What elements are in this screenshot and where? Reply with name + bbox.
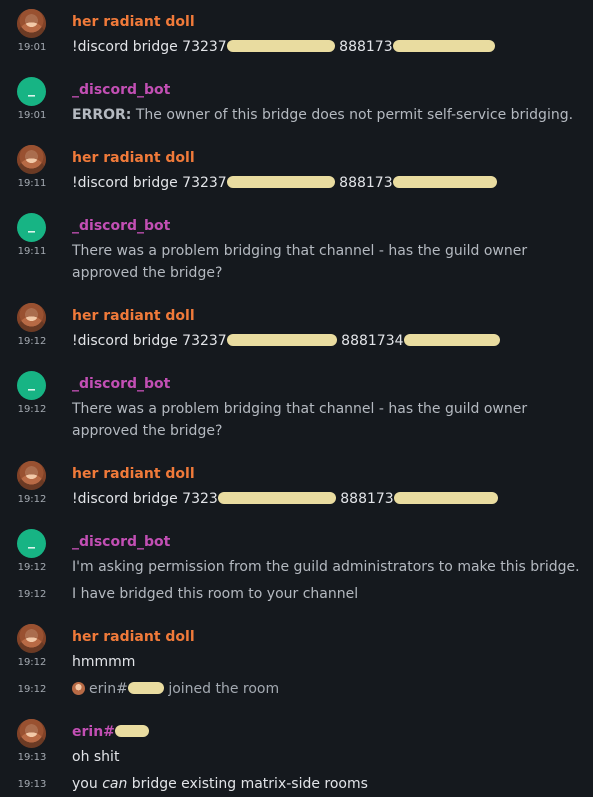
message-body: hmmmm — [72, 654, 136, 670]
redaction-mark — [393, 492, 498, 504]
sender-name[interactable]: her radiant doll — [72, 629, 195, 645]
message-body: ERROR: The owner of this bridge does not… — [72, 107, 573, 123]
redaction-mark — [127, 682, 164, 694]
sender-name[interactable]: her radiant doll — [72, 466, 195, 482]
user-avatar[interactable] — [17, 624, 46, 653]
redaction-mark — [403, 334, 500, 346]
emphasis-text: can — [102, 776, 128, 792]
message-body: !discord bridge 73237 8881734 — [72, 333, 500, 349]
user-avatar[interactable] — [17, 461, 46, 490]
sender-name[interactable]: her radiant doll — [72, 14, 195, 30]
user-avatar[interactable] — [17, 145, 46, 174]
timestamp: 19:11 — [17, 178, 47, 189]
message-text: bridge existing matrix-side rooms — [131, 776, 368, 792]
sender-name[interactable]: _discord_bot — [72, 218, 170, 234]
timestamp: 19:13 — [17, 779, 47, 790]
user-avatar[interactable] — [17, 9, 46, 38]
command-text: !discord bridge 73237 — [72, 175, 227, 191]
redaction-mark — [114, 725, 149, 737]
redaction-mark — [226, 334, 337, 346]
sender-name[interactable]: _discord_bot — [72, 376, 170, 392]
timestamp: 19:12 — [17, 657, 47, 668]
bot-avatar[interactable]: _ — [17, 529, 46, 558]
message-body: you can bridge existing matrix-side room… — [72, 776, 368, 792]
message-body: I'm asking permission from the guild adm… — [72, 559, 580, 575]
timestamp: 19:01 — [17, 42, 47, 53]
redaction-mark — [392, 176, 497, 188]
message-text: you — [72, 776, 98, 792]
sender-name[interactable]: erin# — [72, 724, 149, 740]
sender-name[interactable]: _discord_bot — [72, 82, 170, 98]
timestamp: 19:12 — [17, 589, 47, 600]
guild-id-text: 888173 — [339, 175, 393, 191]
redaction-mark — [217, 492, 336, 504]
timestamp: 19:12 — [17, 684, 47, 695]
message-body: oh shit — [72, 749, 120, 765]
timestamp: 19:12 — [17, 562, 47, 573]
message-body: I have bridged this room to your channel — [72, 586, 359, 602]
user-avatar[interactable] — [17, 303, 46, 332]
error-text: The owner of this bridge does not permit… — [135, 107, 574, 123]
command-text: !discord bridge 73237 — [72, 39, 227, 55]
message-body: !discord bridge 73237 888173 — [72, 39, 495, 55]
sender-name-text: erin# — [72, 724, 115, 740]
guild-id-text: 8881734 — [341, 333, 404, 349]
guild-id-text: 888173 — [339, 39, 393, 55]
timestamp: 19:12 — [17, 404, 47, 415]
guild-id-text: 888173 — [340, 491, 394, 507]
timestamp: 19:01 — [17, 110, 47, 121]
sender-name[interactable]: her radiant doll — [72, 150, 195, 166]
erin-avatar[interactable] — [17, 719, 46, 748]
message-body: !discord bridge 73237 888173 — [72, 175, 497, 191]
message-body: There was a problem bridging that channe… — [72, 243, 528, 281]
error-label: ERROR: — [72, 107, 132, 123]
membership-text: joined the room — [168, 681, 280, 697]
timestamp: 19:12 — [17, 494, 47, 505]
bot-avatar[interactable]: _ — [17, 77, 46, 106]
bot-avatar[interactable]: _ — [17, 371, 46, 400]
command-text: !discord bridge 7323 — [72, 491, 218, 507]
member-name[interactable]: erin# — [89, 681, 128, 697]
command-text: !discord bridge 73237 — [72, 333, 227, 349]
timestamp: 19:11 — [17, 246, 47, 257]
sender-name[interactable]: _discord_bot — [72, 534, 170, 550]
redaction-mark — [392, 40, 495, 52]
redaction-mark — [226, 176, 335, 188]
member-avatar[interactable] — [72, 682, 85, 695]
timestamp: 19:12 — [17, 336, 47, 347]
timestamp: 19:13 — [17, 752, 47, 763]
message-body: There was a problem bridging that channe… — [72, 401, 528, 439]
membership-event: erin# joined the room — [72, 681, 279, 697]
bot-avatar[interactable]: _ — [17, 213, 46, 242]
sender-name[interactable]: her radiant doll — [72, 308, 195, 324]
redaction-mark — [226, 40, 335, 52]
message-body: !discord bridge 7323 888173 — [72, 491, 498, 507]
